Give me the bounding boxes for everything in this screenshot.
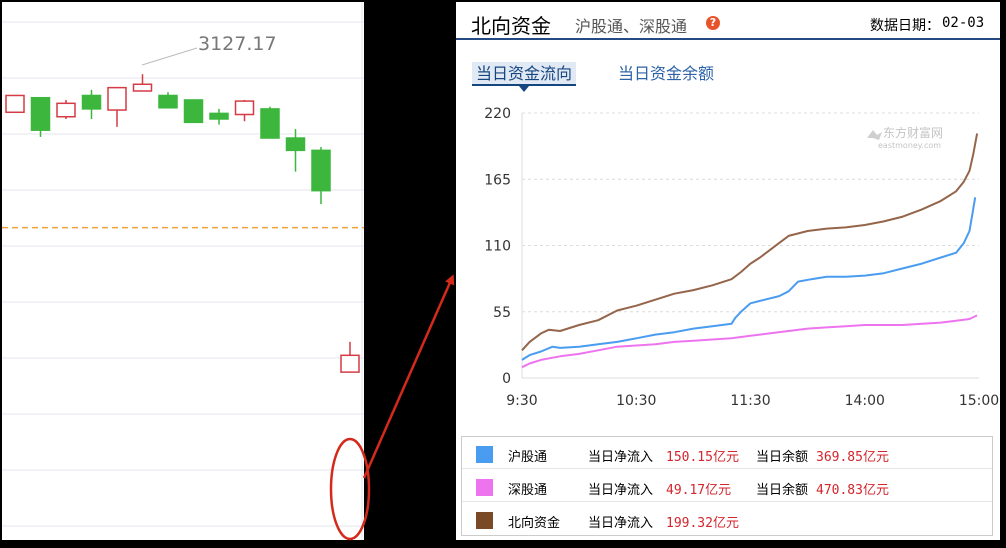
highlight-ellipse xyxy=(329,437,371,541)
screenshot-stage: 3127.17 北向资金 沪股通、深股通 ? 数据日期： 02-03 当日资金流… xyxy=(0,0,1006,548)
annotation-overlay xyxy=(329,274,455,541)
highlight-arrow xyxy=(362,274,455,479)
